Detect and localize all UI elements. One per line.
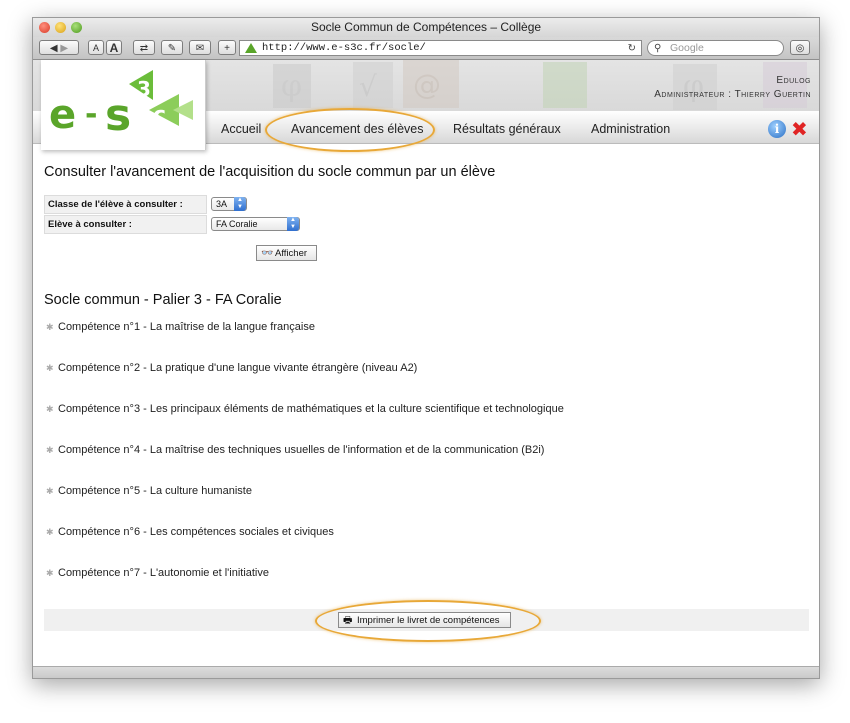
browser-toolbar: ◀ ▶ A A ⇄ ✎ ✉ + http://www.e-s3c.fr/socl…: [33, 37, 819, 60]
expand-icon: ✱: [46, 568, 54, 578]
logout-close-icon[interactable]: ✖: [791, 117, 808, 141]
browser-window: Socle Commun de Compétences – Collège ◀ …: [32, 17, 820, 679]
url-text: http://www.e-s3c.fr/socle/: [262, 42, 426, 54]
svg-text:3: 3: [137, 77, 151, 101]
back-icon[interactable]: ◀: [50, 43, 58, 54]
competence-item[interactable]: ✱ Compétence n°4 - La maîtrise des techni…: [46, 444, 544, 456]
page-heading: Consulter l'avancement de l'acquisition …: [44, 164, 496, 180]
student-select-value: FA Coralie: [216, 219, 258, 229]
print-label: Imprimer le livret de compétences: [357, 615, 500, 626]
expand-icon: ✱: [46, 322, 54, 332]
app-name: Edulog: [776, 75, 811, 86]
logo-graphic: e - s 3 c: [49, 70, 193, 141]
address-bar[interactable]: http://www.e-s3c.fr/socle/ ↻: [239, 40, 642, 56]
competence-item[interactable]: ✱ Compétence n°1 - La maîtrise de la lang…: [46, 321, 315, 333]
select-arrows-icon: ▲ ▼: [287, 217, 299, 231]
expand-icon: ✱: [46, 363, 54, 373]
title-bar: Socle Commun de Compétences – Collège: [33, 18, 819, 37]
user-info: Edulog Administrateur : Thierry Guertin: [654, 74, 811, 102]
section-title: Socle commun - Palier 3 - FA Coralie: [44, 292, 282, 308]
nav-avancement-eleves[interactable]: Avancement des élèves: [291, 122, 424, 136]
text-smaller-button[interactable]: A: [88, 40, 104, 55]
competence-item[interactable]: ✱ Compétence n°7 - L'autonomie et l'initi…: [46, 567, 269, 579]
class-label: Classe de l'élève à consulter :: [44, 195, 207, 214]
expand-icon: ✱: [46, 527, 54, 537]
svg-text:-: -: [85, 97, 97, 132]
add-bookmark-button[interactable]: +: [218, 40, 236, 55]
nav-administration[interactable]: Administration: [591, 122, 670, 136]
competence-item[interactable]: ✱ Compétence n°6 - Les compétences social…: [46, 526, 334, 538]
user-line: Administrateur : Thierry Guertin: [654, 89, 811, 100]
window-title: Socle Commun de Compétences – Collège: [310, 20, 542, 34]
svg-text:s: s: [105, 90, 131, 141]
zoom-window-button[interactable]: [71, 22, 82, 33]
forward-icon[interactable]: ▶: [60, 43, 68, 54]
downloads-icon[interactable]: ◎: [790, 40, 810, 55]
expand-icon: ✱: [46, 404, 54, 414]
print-livret-button[interactable]: 🖶 Imprimer le livret de compétences: [338, 612, 511, 628]
binoculars-icon: 👓: [261, 248, 274, 259]
search-field[interactable]: ⚲ Google: [647, 40, 784, 56]
expand-icon: ✱: [46, 486, 54, 496]
status-bar: [33, 666, 819, 678]
competence-item[interactable]: ✱ Compétence n°3 - Les principaux élément…: [46, 403, 564, 415]
student-label: Elève à consulter :: [44, 215, 207, 234]
svg-text:@: @: [413, 68, 441, 101]
site-favicon-icon: [245, 43, 257, 53]
back-forward-buttons[interactable]: ◀ ▶: [39, 40, 79, 55]
class-select[interactable]: 3A ▲ ▼: [211, 197, 247, 211]
svg-text:φ: φ: [281, 69, 302, 104]
main-content: Consulter l'avancement de l'acquisition …: [44, 164, 809, 180]
minimize-window-button[interactable]: [55, 22, 66, 33]
competence-item[interactable]: ✱ Compétence n°5 - La culture humaniste: [46, 485, 252, 497]
nav-resultats-generaux[interactable]: Résultats généraux: [453, 122, 561, 136]
svg-text:√: √: [359, 70, 377, 103]
competence-item[interactable]: ✱ Compétence n°2 - La pratique d'une lang…: [46, 362, 417, 374]
afficher-label: Afficher: [275, 248, 308, 259]
window-controls: [39, 22, 82, 33]
mail-icon[interactable]: ✉: [189, 40, 211, 55]
reload-icon[interactable]: ↻: [628, 41, 636, 56]
svg-text:c: c: [153, 103, 166, 128]
afficher-button[interactable]: 👓 Afficher: [256, 245, 317, 261]
expand-icon: ✱: [46, 445, 54, 455]
nav-accueil[interactable]: Accueil: [221, 122, 261, 136]
text-bigger-button[interactable]: A: [106, 40, 122, 55]
printer-icon: 🖶: [343, 615, 353, 626]
search-icon: ⚲: [654, 43, 662, 54]
site-logo[interactable]: e - s 3 c: [41, 60, 206, 150]
search-placeholder: Google: [670, 42, 704, 54]
student-select[interactable]: FA Coralie ▲ ▼: [211, 217, 300, 231]
class-select-value: 3A: [216, 199, 228, 209]
close-window-button[interactable]: [39, 22, 50, 33]
svg-text:e: e: [49, 92, 76, 138]
snapback-icon[interactable]: ⇄: [133, 40, 155, 55]
info-icon[interactable]: i: [768, 120, 786, 138]
select-arrows-icon: ▲ ▼: [234, 197, 246, 211]
edit-icon[interactable]: ✎: [161, 40, 183, 55]
